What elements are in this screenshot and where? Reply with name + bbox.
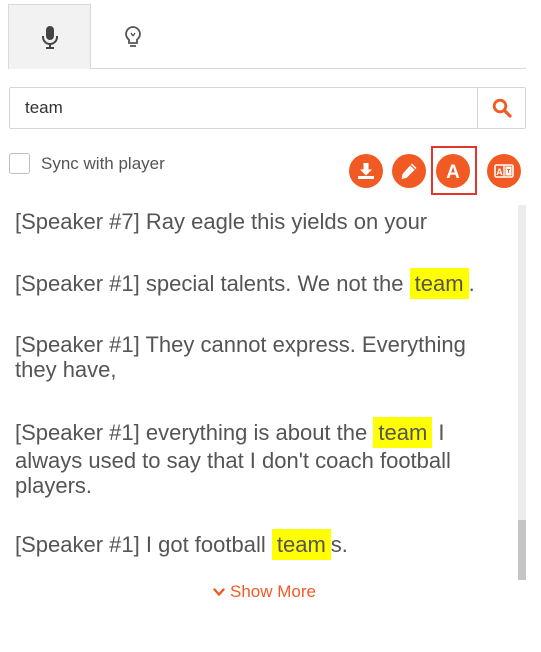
scrollbar-thumb[interactable]: [518, 520, 526, 580]
transcript-text: s.: [330, 532, 348, 557]
sync-with-player: Sync with player: [9, 153, 165, 174]
transcript-line[interactable]: [Speaker #1] They cannot express. Everyt…: [15, 332, 505, 382]
sync-label: Sync with player: [41, 153, 165, 173]
speaker-label: [Speaker #1]: [15, 332, 140, 357]
tab-transcript[interactable]: [8, 4, 91, 69]
download-icon: [358, 163, 374, 179]
microphone-icon: [41, 26, 58, 49]
translate-icon: A: [494, 164, 514, 178]
search-match-highlight: team: [373, 417, 433, 448]
sync-checkbox[interactable]: [9, 153, 30, 174]
edit-button[interactable]: [392, 154, 426, 188]
transcript-line[interactable]: [Speaker #1] special talents. We not the…: [15, 268, 505, 299]
transcript-text: Ray eagle this yields on your: [145, 209, 428, 234]
svg-text:A: A: [496, 167, 503, 177]
speaker-label: [Speaker #1]: [15, 271, 140, 296]
translate-button[interactable]: A: [487, 154, 521, 188]
search-input[interactable]: [10, 88, 478, 128]
speaker-label: [Speaker #7]: [15, 209, 140, 234]
transcript-list: [Speaker #7] Ray eagle this yields on yo…: [15, 205, 510, 579]
show-more-button[interactable]: Show More: [213, 582, 316, 602]
transcript-line[interactable]: [Speaker #1] I got football team s.: [15, 529, 505, 560]
chevron-down-icon: [213, 587, 225, 596]
transcript-line[interactable]: [Speaker #7] Ray eagle this yields on yo…: [15, 209, 505, 234]
speaker-label: [Speaker #1]: [15, 420, 140, 445]
selected-tool-highlight: [431, 146, 477, 195]
transcript-text: I got football: [145, 532, 266, 557]
show-more-label: Show More: [230, 582, 316, 601]
search-button[interactable]: [477, 88, 525, 128]
search-box: [9, 87, 526, 129]
search-icon: [492, 98, 512, 118]
lightbulb-icon: [124, 25, 141, 47]
search-match-highlight: team: [409, 268, 469, 299]
download-button[interactable]: [349, 154, 383, 188]
tab-bar: [8, 4, 526, 69]
tab-insights[interactable]: [91, 4, 174, 69]
transcript-line[interactable]: [Speaker #1] everything is about the tea…: [15, 417, 505, 498]
search-match-highlight: team: [271, 529, 331, 560]
speaker-label: [Speaker #1]: [15, 532, 140, 557]
transcript-text: everything is about the: [145, 420, 368, 445]
transcript-text: .: [468, 271, 475, 296]
transcript-scrollbar[interactable]: [518, 205, 526, 580]
edit-icon: [401, 163, 417, 179]
transcript-text: special talents. We not the: [145, 271, 404, 296]
